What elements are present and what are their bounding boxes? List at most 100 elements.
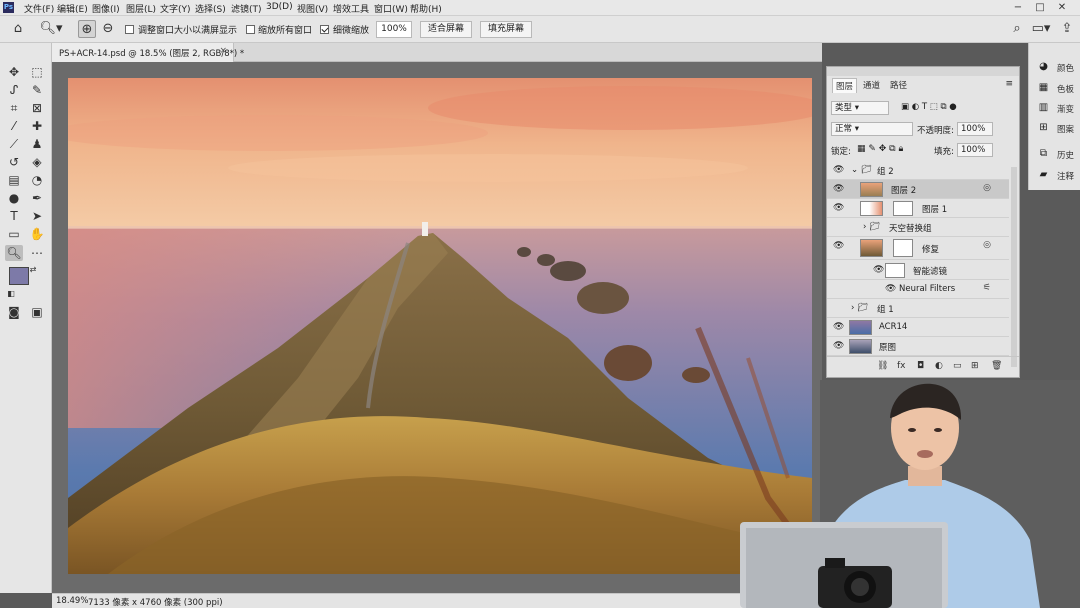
maximize-icon[interactable]: □: [1032, 1, 1048, 15]
crop-tool-icon[interactable]: ⌗: [5, 100, 23, 116]
menu-filter[interactable]: 滤镜(T): [231, 2, 262, 15]
lasso-tool-icon[interactable]: ᔑ: [5, 82, 23, 98]
status-zoom[interactable]: 18.49%: [56, 596, 88, 606]
menu-layer[interactable]: 图层(L): [126, 2, 156, 15]
new-group-icon[interactable]: ▭: [953, 361, 962, 371]
pen-tool-icon[interactable]: ✒: [28, 190, 46, 206]
swap-colors-icon[interactable]: ⇄: [27, 264, 39, 276]
adjustment-layer-icon[interactable]: ◐: [935, 361, 943, 371]
menu-image[interactable]: 图像(I): [92, 2, 120, 15]
default-colors-icon[interactable]: ◧: [5, 288, 17, 300]
close-icon[interactable]: ✕: [1054, 1, 1070, 15]
menu-edit[interactable]: 编辑(E): [57, 2, 88, 15]
new-layer-icon[interactable]: ⊞: [971, 361, 979, 371]
dodge-tool-icon[interactable]: ●: [5, 190, 23, 206]
dock-gradients[interactable]: ▥ 渐变: [1035, 100, 1080, 118]
marquee-tool-icon[interactable]: ⬚: [28, 64, 46, 80]
healing-brush-tool-icon[interactable]: ✚: [28, 118, 46, 134]
visibility-eye-icon[interactable]: 👁︎: [873, 265, 884, 275]
zoom-tool-icon[interactable]: 🔍︎: [5, 245, 23, 261]
home-icon[interactable]: ⌂: [8, 20, 28, 38]
blur-tool-icon[interactable]: ◔: [28, 172, 46, 188]
resize-windows-checkbox[interactable]: [125, 25, 134, 34]
lock-icons[interactable]: ▦ ✎ ✥ ⧉ 🔒︎: [857, 144, 903, 154]
visibility-eye-icon[interactable]: 👁︎: [833, 165, 844, 175]
dock-color[interactable]: ◕ 颜色: [1035, 59, 1080, 77]
filter-options-icon[interactable]: ⚟: [983, 283, 991, 293]
history-brush-tool-icon[interactable]: ↺: [5, 154, 23, 170]
tab-paths[interactable]: 路径: [887, 78, 910, 92]
fill-field[interactable]: 100%: [957, 143, 993, 157]
layer-row-acr14[interactable]: 👁︎ ACR14: [827, 318, 1009, 337]
disclosure-icon[interactable]: › 📁︎: [863, 222, 880, 232]
layer-row-layer2[interactable]: 👁︎ 图层 2 ◎: [827, 180, 1009, 199]
scrubby-zoom-checkbox[interactable]: [320, 25, 329, 34]
visibility-eye-icon[interactable]: 👁︎: [833, 241, 844, 251]
tab-channels[interactable]: 通道: [860, 78, 883, 92]
fit-screen-button[interactable]: 适合屏幕: [420, 21, 472, 38]
menu-3d[interactable]: 3D(D): [266, 2, 293, 12]
tab-close-icon[interactable]: ×: [219, 46, 227, 56]
blend-mode-select[interactable]: 正常 ▾: [831, 122, 913, 136]
zoom-value-field[interactable]: 100%: [376, 21, 412, 38]
visibility-eye-icon[interactable]: 👁︎: [885, 284, 896, 294]
tab-layers[interactable]: 图层: [832, 78, 858, 93]
visibility-eye-icon[interactable]: 👁︎: [833, 203, 844, 213]
disclosure-icon[interactable]: › 📁︎: [851, 303, 868, 313]
layer-row-neural-filters[interactable]: 👁︎ Neural Filters ⚟: [827, 280, 1009, 299]
layer-row-repair[interactable]: 👁︎ 修复 ◎: [827, 237, 1009, 260]
panel-menu-icon[interactable]: ≡: [1005, 79, 1013, 89]
dock-notes[interactable]: ▰ 注释: [1035, 167, 1080, 185]
menu-view[interactable]: 视图(V): [297, 2, 328, 15]
menu-type[interactable]: 文字(Y): [160, 2, 191, 15]
menu-help[interactable]: 帮助(H): [410, 2, 442, 15]
link-layers-icon[interactable]: ⛓: [877, 361, 888, 371]
dock-patterns[interactable]: ⊞ 图案: [1035, 120, 1080, 138]
visibility-eye-icon[interactable]: 👁︎: [833, 184, 844, 194]
layer-row-smart-filters[interactable]: 👁︎ 智能滤镜: [827, 261, 1009, 280]
add-mask-icon[interactable]: ◘: [917, 361, 924, 371]
path-select-tool-icon[interactable]: ➤: [28, 208, 46, 224]
dock-history[interactable]: ⧉ 历史: [1035, 146, 1080, 164]
clone-stamp-tool-icon[interactable]: ♟: [28, 136, 46, 152]
zoom-all-checkbox[interactable]: [246, 25, 255, 34]
quick-mask-icon[interactable]: ◙: [5, 304, 23, 320]
search-icon[interactable]: ⌕: [1008, 20, 1026, 38]
eyedropper-tool-icon[interactable]: ⁄: [5, 118, 23, 134]
frame-tool-icon[interactable]: ⊠: [28, 100, 46, 116]
layers-scrollbar[interactable]: [1011, 167, 1017, 367]
menu-window[interactable]: 窗口(W): [374, 2, 408, 15]
visibility-eye-icon[interactable]: 👁︎: [833, 341, 844, 351]
rectangle-tool-icon[interactable]: ▭: [5, 226, 23, 242]
document-canvas-image[interactable]: [68, 78, 812, 574]
share-icon[interactable]: ⇪: [1058, 20, 1076, 38]
layer-row-sky-group[interactable]: › 📁︎ 天空替换组: [827, 218, 1009, 237]
layer-row-original[interactable]: 👁︎ 原图: [827, 337, 1009, 356]
hand-tool-icon[interactable]: ✋: [28, 226, 46, 242]
fill-screen-button[interactable]: 填充屏幕: [480, 21, 532, 38]
brush-tool-icon[interactable]: ⟋: [5, 136, 23, 152]
visibility-eye-icon[interactable]: 👁︎: [833, 322, 844, 332]
zoom-tool-preset-icon[interactable]: 🔍︎▾: [38, 20, 64, 38]
layer-row-group1[interactable]: › 📁︎ 组 1: [827, 299, 1009, 318]
eraser-tool-icon[interactable]: ◈: [28, 154, 46, 170]
fx-icon[interactable]: fx: [897, 361, 906, 371]
menu-plugins[interactable]: 增效工具: [333, 2, 369, 15]
opacity-field[interactable]: 100%: [957, 122, 993, 136]
zoom-out-icon[interactable]: ⊖: [99, 20, 117, 38]
filter-kind-select[interactable]: 类型 ▾: [831, 101, 889, 115]
zoom-in-icon[interactable]: ⊕: [78, 20, 96, 38]
screen-mode-icon[interactable]: ▣: [28, 304, 46, 320]
menu-file[interactable]: 文件(F): [24, 2, 54, 15]
document-tab[interactable]: PS+ACR-14.psd @ 18.5% (图层 2, RGB/8*) * ×: [52, 43, 244, 62]
panel-header[interactable]: [827, 67, 1019, 76]
gradient-tool-icon[interactable]: ▤: [5, 172, 23, 188]
dock-swatches[interactable]: ▦ 色板: [1035, 80, 1080, 98]
move-tool-icon[interactable]: ✥: [5, 64, 23, 80]
workspace-icon[interactable]: ▭▾: [1030, 20, 1052, 38]
menu-select[interactable]: 选择(S): [195, 2, 226, 15]
layer-row-layer1[interactable]: 👁︎ 图层 1: [827, 199, 1009, 218]
more-tools-icon[interactable]: ⋯: [28, 245, 46, 261]
type-tool-icon[interactable]: T: [5, 208, 23, 224]
delete-layer-icon[interactable]: 🗑︎: [991, 361, 1002, 371]
